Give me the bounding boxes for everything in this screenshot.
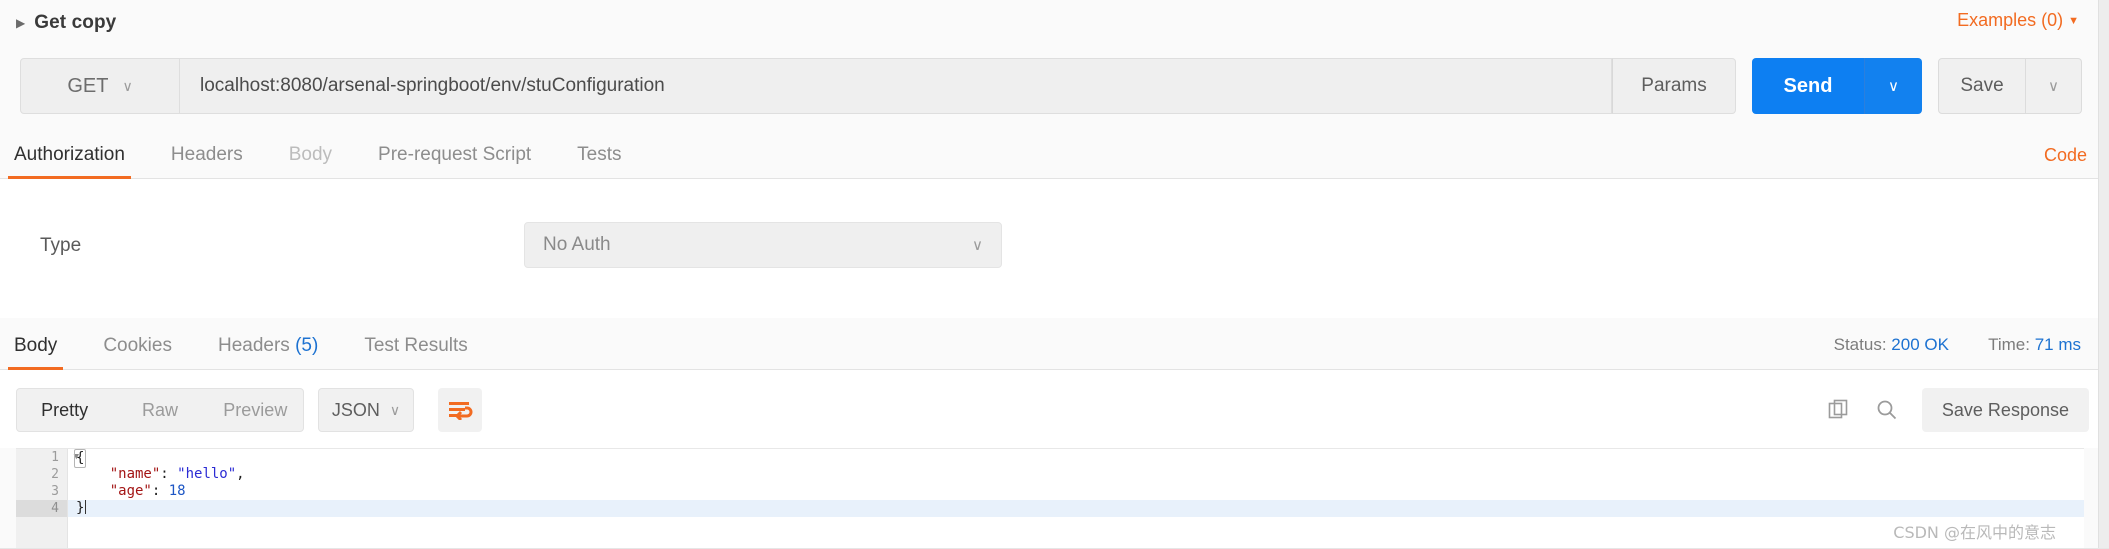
response-tab-headers-label: Headers — [217, 335, 290, 356]
time-value: 71 ms — [2034, 335, 2081, 354]
tab-headers[interactable]: Headers — [171, 144, 243, 178]
request-tabs: Authorization Headers Body Pre-request S… — [0, 133, 2109, 179]
method-label: GET — [67, 74, 109, 97]
search-icon — [1877, 400, 1897, 420]
auth-type-value: No Auth — [543, 234, 611, 255]
auth-type-select[interactable]: No Auth ∨ — [524, 222, 1002, 268]
format-value: JSON — [331, 399, 380, 420]
send-dropdown-caret[interactable]: ∨ — [1864, 58, 1922, 114]
line-number: 3 — [51, 484, 59, 499]
json-key: "name" — [109, 466, 161, 482]
json-string-value: "hello" — [177, 466, 237, 482]
postman-request-panel: ▶ Get copy Examples (0) ▼ GET ∨ localhost… — [0, 0, 2109, 549]
code-line: "age": 18 — [109, 483, 186, 499]
view-mode-raw[interactable]: Raw — [112, 400, 207, 421]
code-link[interactable]: Code — [2044, 145, 2087, 166]
line-number: 1 ▼ — [16, 449, 79, 466]
response-tab-headers[interactable]: Headers (5) — [218, 335, 318, 369]
response-body-editor[interactable]: 1 ▼ 2 3 4 { "name": "hello", "age": 18 }… — [16, 448, 2084, 549]
params-button[interactable]: Params — [1612, 58, 1736, 114]
code-line: "name": "hello", — [109, 466, 245, 482]
view-mode-preview[interactable]: Preview — [208, 400, 303, 421]
save-dropdown-caret[interactable]: ∨ — [2026, 58, 2082, 114]
code-line: { — [68, 449, 2084, 468]
close-brace: } — [76, 500, 85, 516]
tab-authorization[interactable]: Authorization — [8, 144, 131, 179]
tab-pre-request-script[interactable]: Pre-request Script — [378, 144, 531, 178]
response-tab-cookies[interactable]: Cookies — [103, 335, 172, 369]
url-value: localhost:8080/arsenal-springboot/env/st… — [200, 75, 665, 96]
format-selector[interactable]: JSON ∨ — [318, 388, 414, 432]
response-tools: Save Response — [1826, 388, 2089, 432]
collapse-caret-icon[interactable]: ▶ — [16, 17, 25, 29]
response-body-toolbar — [0, 370, 2109, 448]
save-button[interactable]: Save — [1938, 58, 2026, 114]
search-button[interactable] — [1874, 397, 1900, 423]
url-input[interactable]: localhost:8080/arsenal-springboot/env/st… — [180, 58, 1612, 114]
auth-type-label: Type — [40, 235, 82, 256]
url-row: GET ∨ localhost:8080/arsenal-springboot/… — [20, 58, 2082, 114]
save-button-group: Save ∨ — [1938, 58, 2082, 114]
status-value: 200 OK — [1891, 335, 1949, 354]
json-key: "age" — [109, 483, 152, 499]
code-content[interactable]: { "name": "hello", "age": 18 } — [68, 449, 2084, 549]
examples-label: Examples (0) — [1957, 10, 2064, 30]
response-tab-body[interactable]: Body — [7, 335, 64, 370]
response-status-info: Status: 200 OK Time: 71 ms — [1834, 335, 2081, 355]
tab-tests[interactable]: Tests — [577, 144, 621, 178]
view-mode-pretty[interactable]: Pretty — [17, 400, 112, 421]
request-header: ▶ Get copy — [0, 0, 2109, 45]
status-label: Status: — [1833, 335, 1887, 354]
tab-body[interactable]: Body — [289, 144, 332, 178]
authorization-panel — [0, 179, 2109, 318]
view-mode-segmented-control: Pretty Raw Preview — [16, 388, 304, 432]
chevron-down-icon: ∨ — [389, 401, 401, 418]
chevron-down-icon: ∨ — [972, 237, 983, 254]
vertical-scrollbar[interactable] — [2098, 0, 2109, 549]
line-number-gutter: 1 ▼ 2 3 4 — [16, 449, 79, 549]
word-wrap-button[interactable] — [438, 388, 482, 432]
chevron-down-icon: ▼ — [2068, 15, 2079, 27]
word-wrap-icon — [449, 402, 473, 420]
request-title: Get copy — [34, 11, 117, 33]
send-button-group: Send ∨ — [1752, 58, 1922, 114]
send-button[interactable]: Send — [1752, 58, 1864, 114]
json-number-value: 18 — [168, 483, 186, 499]
method-selector[interactable]: GET ∨ — [20, 58, 180, 114]
code-line: } — [68, 500, 2084, 517]
line-number: 4 — [16, 500, 67, 517]
save-response-button[interactable]: Save Response — [1921, 388, 2089, 432]
copy-icon — [1828, 399, 1848, 419]
text-cursor — [85, 500, 87, 514]
chevron-down-icon: ∨ — [122, 77, 133, 94]
time-label: Time: — [1988, 335, 2030, 354]
headers-count-badge: (5) — [295, 335, 319, 356]
line-number: 2 — [51, 467, 59, 482]
response-tab-test-results[interactable]: Test Results — [364, 335, 467, 369]
copy-button[interactable] — [1826, 397, 1852, 423]
watermark: CSDN @在风中的意志 — [1893, 523, 2056, 542]
line-number-text: 1 — [51, 450, 59, 465]
response-tabs: Body Cookies Headers (5) Test Results St… — [0, 318, 2109, 370]
examples-dropdown[interactable]: Examples (0) ▼ — [1957, 10, 2079, 31]
